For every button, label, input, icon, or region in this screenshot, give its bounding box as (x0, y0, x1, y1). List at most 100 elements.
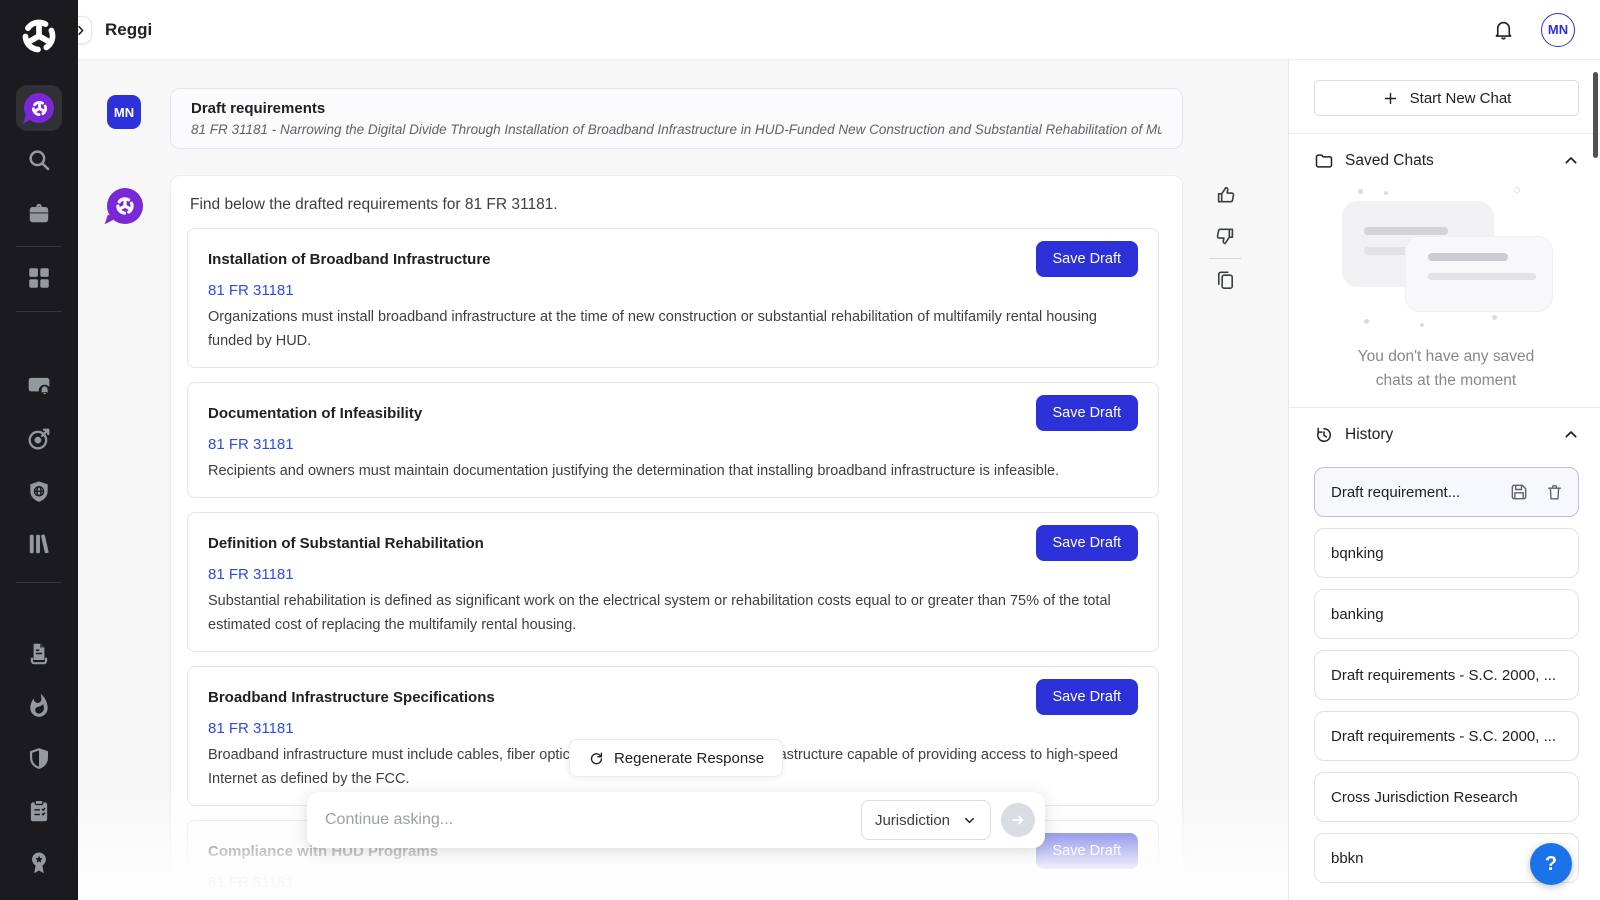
save-icon (1509, 482, 1529, 502)
requirement-card: Broadband Infrastructure Specifications … (187, 666, 1159, 806)
history-item[interactable]: Draft requirements - S.C. 2000, ... (1314, 711, 1579, 761)
app-logo-icon (17, 14, 61, 58)
save-draft-button[interactable]: Save Draft (1036, 679, 1139, 715)
sidebar-divider (16, 582, 62, 583)
save-draft-button[interactable]: Save Draft (1036, 241, 1139, 277)
user-message-subtitle: 81 FR 31181 - Narrowing the Digital Divi… (191, 122, 1162, 137)
send-button[interactable] (1001, 803, 1035, 837)
thumbs-down-icon (1214, 225, 1237, 248)
saved-chats-header[interactable]: Saved Chats (1314, 151, 1579, 171)
target-icon (26, 426, 52, 452)
sidebar-item-subscriptions[interactable] (24, 373, 54, 399)
sidebar-divider (16, 311, 62, 312)
message-feedback-toolbar (1208, 184, 1242, 292)
history-header[interactable]: History (1314, 425, 1579, 445)
history-item-active[interactable]: Draft requirement... (1314, 467, 1579, 517)
app-root: Reggi MN MN Draft requirements 81 FR 311… (0, 0, 1600, 900)
sidebar-item-trending[interactable] (24, 693, 54, 719)
requirement-description: Substantial rehabilitation is defined as… (208, 589, 1138, 637)
chats-panel: Start New Chat Saved Chats (1288, 60, 1600, 900)
saved-chats-title: Saved Chats (1345, 152, 1434, 170)
requirement-reference-link[interactable]: 81 FR 31181 (208, 873, 294, 893)
saved-chats-section: Saved Chats You don't have any saved cha… (1289, 134, 1600, 407)
badge-icon (26, 850, 52, 876)
sidebar-item-achievements[interactable] (24, 850, 54, 876)
thumbs-up-icon (1214, 184, 1237, 207)
assistant-avatar (107, 188, 143, 224)
requirement-description: Recipients and owners must maintain docu… (208, 459, 1138, 483)
saved-chats-empty-text: You don't have any saved chats at the mo… (1351, 345, 1541, 393)
history-item-label: Draft requirement... (1331, 484, 1493, 501)
flame-icon (26, 693, 52, 719)
regenerate-button[interactable]: Regenerate Response (569, 739, 783, 777)
sidebar-item-checklist[interactable] (24, 798, 54, 824)
thumbs-down-button[interactable] (1214, 225, 1237, 248)
chat-input[interactable] (325, 811, 861, 829)
requirement-reference-link[interactable]: 81 FR 31181 (208, 435, 294, 455)
regenerate-label: Regenerate Response (614, 750, 764, 767)
chevron-down-icon (962, 813, 977, 828)
sidebar-item-reggi-chat[interactable] (16, 85, 62, 131)
history-title: History (1345, 426, 1393, 444)
saved-chats-collapse-button[interactable] (1563, 153, 1579, 169)
shield-globe-icon (26, 479, 52, 505)
thumbs-up-button[interactable] (1214, 184, 1237, 207)
sidebar-item-security[interactable] (24, 746, 54, 772)
jurisdiction-select[interactable]: Jurisdiction (861, 800, 991, 840)
refresh-icon (588, 750, 605, 767)
documents-icon (26, 641, 52, 667)
requirement-title: Documentation of Infeasibility (208, 405, 422, 422)
user-message-avatar: MN (107, 95, 141, 129)
chevron-up-icon (1563, 153, 1579, 169)
history-item[interactable]: Cross Jurisdiction Research (1314, 772, 1579, 822)
jurisdiction-label: Jurisdiction (875, 812, 950, 829)
feedback-divider (1209, 258, 1241, 259)
requirement-reference-link[interactable]: 81 FR 31181 (208, 565, 294, 585)
history-item[interactable]: bqnking (1314, 528, 1579, 578)
sidebar-divider (16, 246, 62, 247)
history-list: bqnking banking Draft requirements - S.C… (1314, 528, 1578, 883)
bell-icon (1492, 18, 1515, 41)
search-icon (26, 147, 52, 173)
chat-input-bar: Jurisdiction (307, 792, 1045, 848)
save-draft-button[interactable]: Save Draft (1036, 525, 1139, 561)
scrollbar-thumb[interactable] (1593, 72, 1598, 158)
save-draft-button[interactable]: Save Draft (1036, 395, 1139, 431)
history-item[interactable]: banking (1314, 589, 1579, 639)
app-title: Reggi (105, 20, 152, 40)
history-collapse-button[interactable] (1563, 427, 1579, 443)
help-button[interactable]: ? (1530, 843, 1572, 885)
sidebar-item-documents[interactable] (24, 641, 54, 667)
sidebar-item-search[interactable] (24, 147, 54, 173)
left-sidebar (0, 0, 78, 900)
sidebar-item-privacy[interactable] (24, 479, 54, 505)
notifications-button[interactable] (1492, 18, 1515, 41)
history-item[interactable]: Draft requirements - S.C. 2000, ... (1314, 650, 1579, 700)
requirement-reference-link[interactable]: 81 FR 31181 (208, 719, 294, 739)
copy-button[interactable] (1214, 269, 1237, 292)
trash-icon (1545, 483, 1564, 502)
start-new-chat-button[interactable]: Start New Chat (1314, 80, 1579, 116)
history-item-label: bqnking (1331, 545, 1564, 562)
user-avatar[interactable]: MN (1541, 13, 1575, 47)
history-item-label: Draft requirements - S.C. 2000, ... (1331, 667, 1564, 684)
sidebar-item-dashboard[interactable] (24, 265, 54, 291)
checklist-icon (26, 798, 52, 824)
chevron-up-icon (1563, 427, 1579, 443)
sidebar-item-goals[interactable] (24, 426, 54, 452)
library-icon (26, 531, 52, 557)
delete-chat-button[interactable] (1545, 483, 1564, 502)
send-arrow-icon (1009, 811, 1027, 829)
wallet-notifications-icon (26, 373, 52, 399)
sidebar-item-library[interactable] (24, 531, 54, 557)
history-item-label: banking (1331, 606, 1564, 623)
empty-chat-bubble (1406, 237, 1552, 311)
requirement-reference-link[interactable]: 81 FR 31181 (208, 281, 294, 301)
briefcase-icon (26, 200, 52, 226)
save-chat-button[interactable] (1509, 482, 1529, 502)
start-new-chat-label: Start New Chat (1410, 90, 1512, 107)
plus-icon (1382, 90, 1399, 107)
save-draft-button[interactable]: Save Draft (1036, 833, 1139, 869)
sidebar-item-briefcase[interactable] (24, 200, 54, 226)
reggi-logo-icon (114, 195, 136, 217)
